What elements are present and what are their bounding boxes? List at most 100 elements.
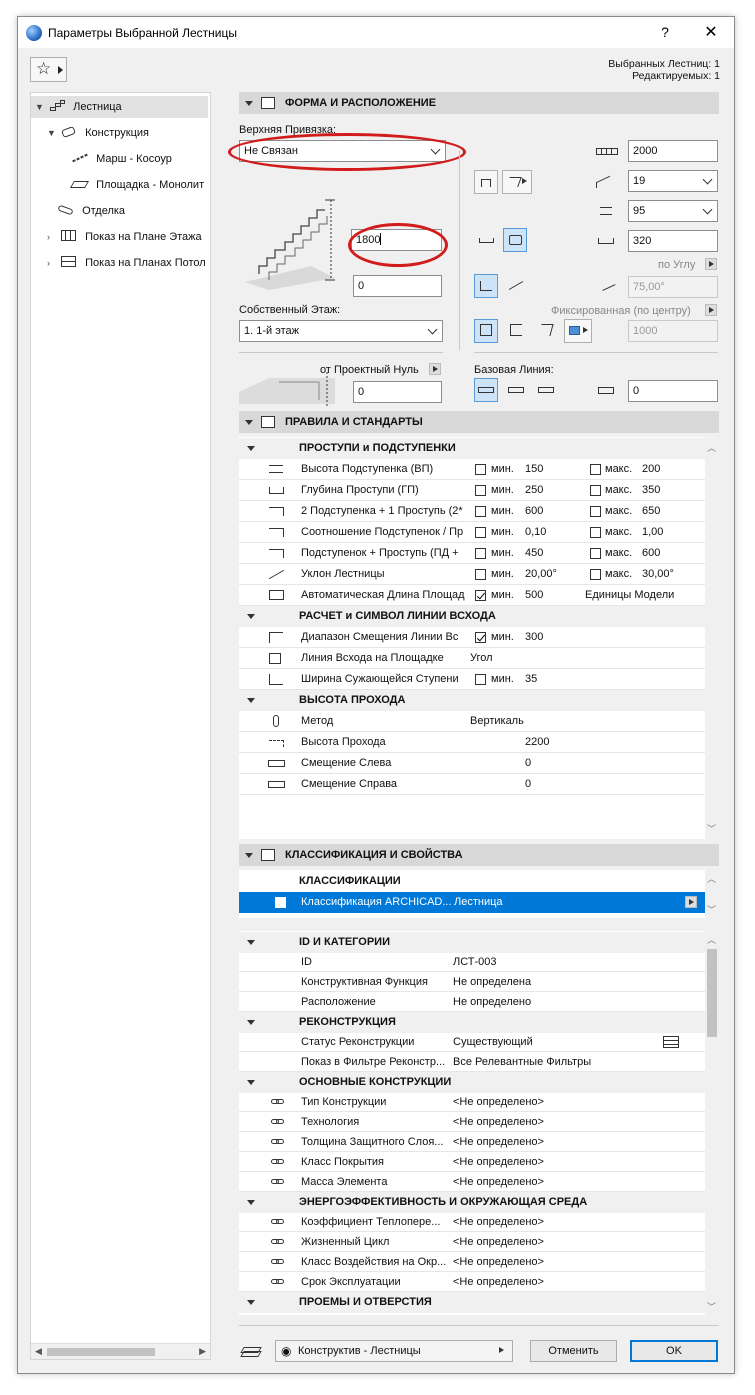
scroll-thumb[interactable] <box>47 1348 155 1356</box>
min-value[interactable]: 300 <box>525 627 543 648</box>
max-value[interactable]: 350 <box>642 480 660 501</box>
going-input[interactable]: 320 <box>628 230 718 252</box>
headroom-height-value[interactable]: 2200 <box>525 732 549 753</box>
classification-scrollbar[interactable]: ︿ ﹀ <box>705 870 719 918</box>
rule-row-winder-width[interactable]: Ширина Сужающейся Ступени мин. 35 <box>239 669 705 690</box>
tree-item-landing-monolith[interactable]: Площадка - Монолит <box>69 174 204 196</box>
layer-dropdown[interactable]: ◉ Конструктив - Лестницы <box>275 1340 513 1362</box>
min-checkbox[interactable] <box>475 548 486 559</box>
property-value[interactable]: <Не определено> <box>453 1212 544 1233</box>
fixed-center-options-icon[interactable] <box>705 304 717 316</box>
property-value[interactable]: <Не определено> <box>453 1152 544 1173</box>
group-headroom-header[interactable]: ВЫСОТА ПРОХОДА <box>239 690 705 711</box>
property-row[interactable]: Класс Покрытия <Не определено> <box>239 1152 705 1172</box>
collapse-icon[interactable] <box>247 1300 255 1305</box>
chevron-down-icon[interactable]: ▼ <box>47 122 57 144</box>
property-row[interactable]: Коэффициент Теплопере... <Не определено> <box>239 1212 705 1232</box>
min-value[interactable]: 150 <box>525 459 543 480</box>
home-story-dropdown[interactable]: 1. 1-й этаж <box>239 320 443 342</box>
min-checkbox[interactable] <box>475 569 486 580</box>
rules-vertical-scrollbar[interactable]: ︿ ﹀ <box>705 437 719 839</box>
property-row[interactable]: Класс Воздействия на Окр... <Не определе… <box>239 1252 705 1272</box>
max-checkbox[interactable] <box>590 527 601 538</box>
form-section-header[interactable]: ФОРМА И РАСПОЛОЖЕНИЕ <box>239 92 719 114</box>
rule-row-offset-left[interactable]: Смещение Слева 0 <box>239 753 705 774</box>
scroll-thumb[interactable] <box>707 949 717 1037</box>
rule-row-walkline-landing[interactable]: Линия Всхода на Площадке Угол <box>239 648 705 669</box>
tree-item-floor-plan-display[interactable]: › Показ на Плане Этажа <box>47 226 202 248</box>
min-value[interactable]: 0,10 <box>525 522 546 543</box>
collapse-icon[interactable] <box>245 853 253 858</box>
group-openings-header[interactable]: ПРОЕМЫ И ОТВЕРСТИЯ <box>239 1292 705 1313</box>
by-angle-options-icon[interactable] <box>705 258 717 270</box>
min-checkbox[interactable] <box>475 485 486 496</box>
max-checkbox[interactable] <box>590 506 601 517</box>
ok-button[interactable]: OK <box>630 1340 718 1362</box>
rule-row-stair-slope[interactable]: Уклон Лестницы мин. 20,00° макс. 30,00° <box>239 564 705 585</box>
rule-row-riser-plus-tread[interactable]: Подступенок + Проступь (ПД + мин. 450 ма… <box>239 543 705 564</box>
slope-mode-button-1[interactable] <box>474 274 498 298</box>
property-row[interactable]: Расположение Не определено <box>239 992 705 1012</box>
group-main-structures-header[interactable]: ОСНОВНЫЕ КОНСТРУКЦИИ <box>239 1072 705 1093</box>
classification-section-header[interactable]: КЛАССИФИКАЦИЯ И СВОЙСТВА <box>239 844 719 866</box>
brick-wall-icon[interactable] <box>663 1036 681 1048</box>
min-value[interactable]: 35 <box>525 669 537 690</box>
max-value[interactable]: 650 <box>642 501 660 522</box>
going-mode-button-2[interactable] <box>503 228 527 252</box>
property-value[interactable]: <Не определено> <box>453 1092 544 1113</box>
property-row[interactable]: Статус Реконструкции Существующий <box>239 1032 705 1052</box>
property-row[interactable]: Толщина Защитного Слоя... <Не определено… <box>239 1132 705 1152</box>
width-mode-button-2[interactable] <box>504 319 528 343</box>
property-value[interactable]: <Не определено> <box>453 1132 544 1153</box>
going-mode-button-1[interactable] <box>474 228 498 252</box>
stair-type-button-2[interactable] <box>502 170 532 194</box>
tree-item-structure[interactable]: ▼ Конструкция <box>47 122 149 144</box>
property-value[interactable]: ЛСТ-003 <box>453 952 497 973</box>
collapse-icon[interactable] <box>245 101 253 106</box>
group-walkline-header[interactable]: РАСЧЕТ и СИМВОЛ ЛИНИИ ВСХОДА <box>239 606 705 627</box>
rule-row-method[interactable]: Метод Вертикаль <box>239 711 705 732</box>
scroll-up-icon[interactable]: ︿ <box>707 441 716 454</box>
scroll-down-icon[interactable]: ﹀ <box>707 1300 716 1313</box>
collapse-icon[interactable] <box>245 420 253 425</box>
collapse-icon[interactable] <box>247 1020 255 1025</box>
width-mode-button-3[interactable] <box>534 319 558 343</box>
width-mode-button-1[interactable] <box>474 319 498 343</box>
property-row[interactable]: Масса Элемента <Не определено> <box>239 1172 705 1192</box>
rule-row-auto-landing-length[interactable]: Автоматическая Длина Площад мин. 500 Еди… <box>239 585 705 606</box>
scroll-right-icon[interactable]: ▶ <box>199 1346 206 1357</box>
from-zero-options-icon[interactable] <box>429 363 441 375</box>
property-value[interactable]: <Не определено> <box>453 1112 544 1133</box>
tree-item-ceiling-plan-display[interactable]: › Показ на Планах Потол <box>47 252 206 274</box>
min-checkbox[interactable] <box>475 506 486 517</box>
property-value[interactable]: <Не определено> <box>453 1272 544 1293</box>
group-treads-header[interactable]: ПРОСТУПИ и ПОДСТУПЕНКИ <box>239 438 705 459</box>
min-checkbox[interactable] <box>475 632 486 643</box>
max-checkbox[interactable] <box>590 569 601 580</box>
property-value[interactable]: <Не определено> <box>453 1252 544 1273</box>
min-checkbox[interactable] <box>475 527 486 538</box>
baseline-button-left[interactable] <box>474 378 498 402</box>
min-value[interactable]: 600 <box>525 501 543 522</box>
total-width-input[interactable]: 2000 <box>628 140 718 162</box>
offset-left-value[interactable]: 0 <box>525 753 531 774</box>
max-checkbox[interactable] <box>590 464 601 475</box>
tree-item-flight-stringer[interactable]: Марш - Косоур <box>71 148 172 170</box>
scroll-up-icon[interactable]: ︿ <box>707 872 716 885</box>
fixed-width-input[interactable]: 1000 <box>628 320 718 342</box>
stair-type-button-1[interactable] <box>474 170 498 194</box>
collapse-icon[interactable] <box>247 446 255 451</box>
tree-item-finish[interactable]: Отделка <box>57 200 125 222</box>
riser-height-dropdown[interactable]: 95 <box>628 200 718 222</box>
group-id-header[interactable]: ID И КАТЕГОРИИ <box>239 932 705 953</box>
rule-row-tread-depth[interactable]: Глубина Проступи (ГП) мин. 250 макс. 350 <box>239 480 705 501</box>
min-value[interactable]: 500 <box>525 585 543 606</box>
classification-checkbox[interactable] <box>275 897 286 908</box>
property-value[interactable]: Не определено <box>453 992 531 1013</box>
max-value[interactable]: 200 <box>642 459 660 480</box>
chevron-right-icon[interactable]: › <box>47 226 57 248</box>
max-value[interactable]: 1,00 <box>642 522 663 543</box>
classification-row[interactable]: Классификация ARCHICAD... Лестница <box>239 892 705 913</box>
property-value[interactable]: Существующий <box>453 1032 533 1053</box>
baseline-button-center[interactable] <box>504 378 528 402</box>
